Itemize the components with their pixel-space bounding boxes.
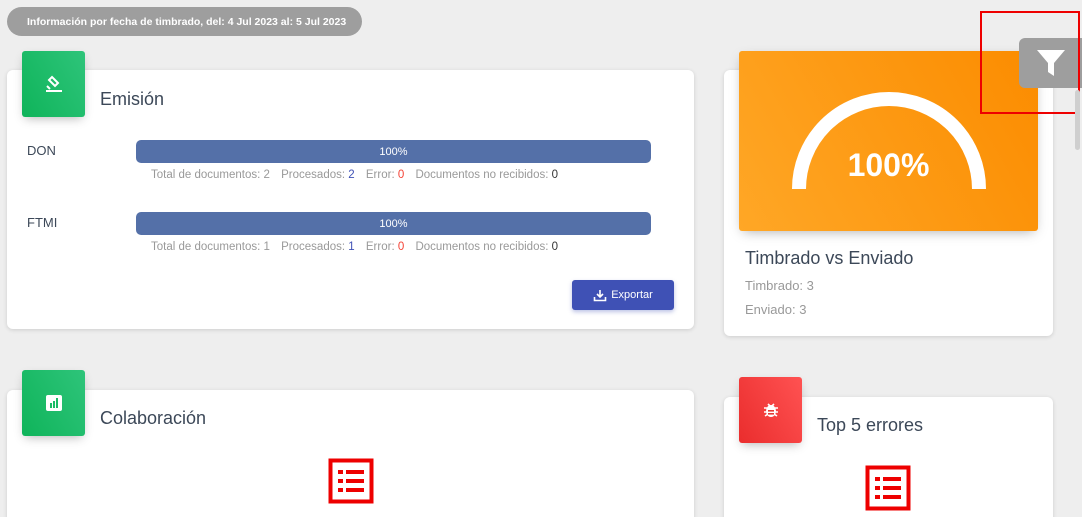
list-icon bbox=[865, 465, 911, 511]
export-button[interactable]: Exportar bbox=[572, 280, 674, 310]
export-label: Exportar bbox=[611, 289, 653, 301]
stats-don: Total de documentos: 2 Procesados: 2 Err… bbox=[151, 169, 558, 181]
errores-title: Top 5 errores bbox=[817, 415, 924, 435]
procesados-value: 1 bbox=[348, 241, 355, 253]
no-recibidos-value: 0 bbox=[551, 169, 559, 181]
procesados-label: Procesados: bbox=[281, 169, 346, 181]
error-label: Error: bbox=[365, 169, 395, 181]
download-icon bbox=[593, 289, 607, 301]
emision-card: Emisión DON 100% Total de documentos: 2 … bbox=[7, 70, 694, 329]
timbrado-gauge: 100% bbox=[739, 51, 1038, 231]
no-recibidos-label: Documentos no recibidos: bbox=[415, 169, 549, 181]
date-range-badge: Información por fecha de timbrado, del: … bbox=[7, 7, 362, 36]
total-value: 1 bbox=[263, 241, 270, 253]
progress-bar-don: 100% bbox=[136, 140, 651, 163]
filter-icon bbox=[1036, 50, 1065, 76]
total-label: Total de documentos: bbox=[151, 169, 261, 181]
row-label-don: DON bbox=[27, 143, 56, 158]
scrollbar-thumb[interactable] bbox=[1075, 90, 1080, 150]
colaboracion-icon-box bbox=[22, 370, 85, 436]
bar-chart-icon bbox=[45, 395, 62, 411]
procesados-label: Procesados: bbox=[281, 241, 346, 253]
error-label: Error: bbox=[365, 241, 395, 253]
progress-fill-ftmi: 100% bbox=[136, 212, 651, 235]
progress-fill-don: 100% bbox=[136, 140, 651, 163]
colaboracion-title: Colaboración bbox=[100, 408, 207, 428]
timbrado-count: Timbrado: 3 bbox=[745, 278, 814, 293]
procesados-value: 2 bbox=[348, 169, 355, 181]
list-icon bbox=[328, 458, 374, 504]
bug-icon bbox=[763, 403, 778, 417]
no-recibidos-value: 0 bbox=[551, 241, 559, 253]
enviado-count: Enviado: 3 bbox=[745, 302, 807, 317]
progress-bar-ftmi: 100% bbox=[136, 212, 651, 235]
total-value: 2 bbox=[263, 169, 270, 181]
gauge-value: 100% bbox=[847, 147, 930, 183]
row-label-ftmi: FTMI bbox=[27, 215, 58, 230]
stats-ftmi: Total de documentos: 1 Procesados: 1 Err… bbox=[151, 241, 558, 253]
no-recibidos-label: Documentos no recibidos: bbox=[415, 241, 549, 253]
emision-icon-box bbox=[22, 51, 85, 117]
stamp-icon bbox=[45, 75, 62, 92]
errores-icon-box bbox=[739, 377, 802, 443]
filter-button[interactable] bbox=[1019, 38, 1082, 88]
gauge-arc bbox=[792, 92, 986, 190]
total-label: Total de documentos: bbox=[151, 241, 261, 253]
error-value: 0 bbox=[397, 169, 405, 181]
emision-title: Emisión bbox=[100, 89, 165, 109]
timbrado-title: Timbrado vs Enviado bbox=[745, 248, 914, 268]
error-value: 0 bbox=[397, 241, 405, 253]
